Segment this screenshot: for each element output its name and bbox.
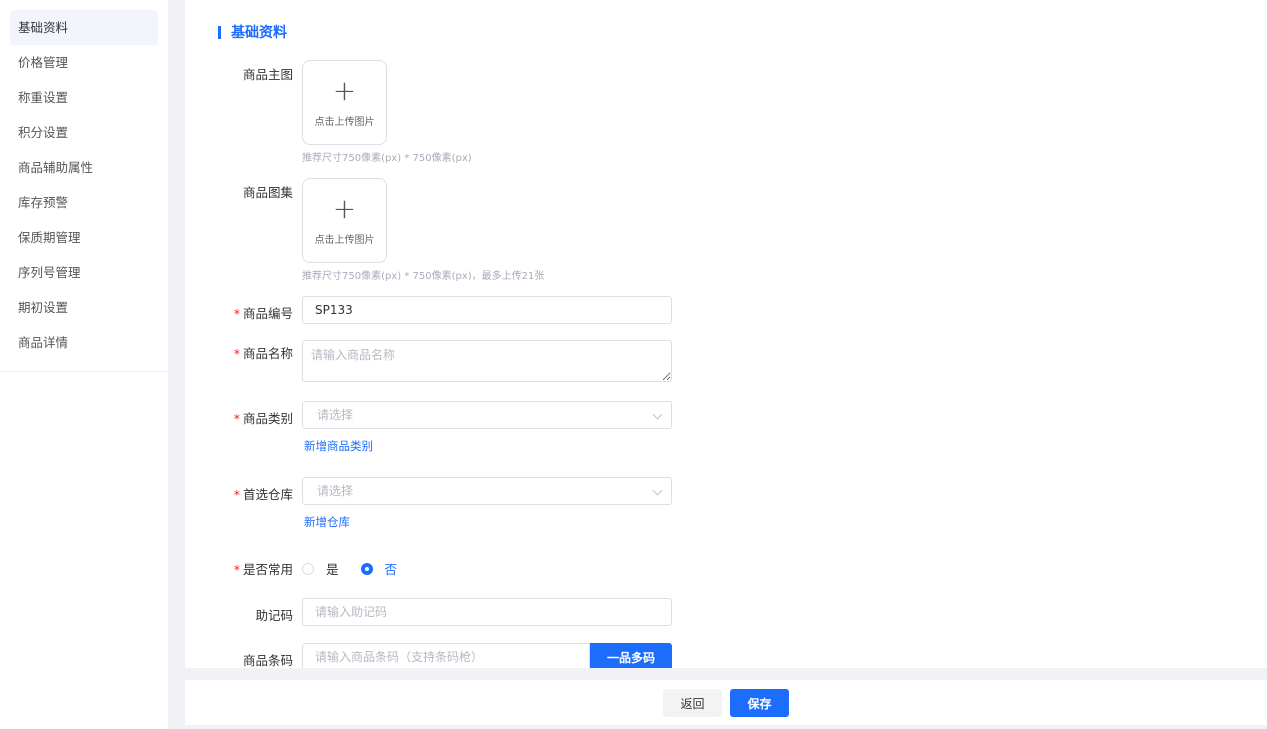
sidebar-item-points-settings[interactable]: 积分设置 — [10, 115, 158, 150]
name-label: * 商品名称 — [233, 346, 293, 361]
footer-bar: 返回 保存 — [185, 680, 1267, 725]
product-name-input[interactable] — [302, 340, 672, 382]
plus-icon: + — [332, 74, 357, 107]
category-control: 请选择 新增商品类别 — [302, 401, 672, 454]
category-label: * 商品类别 — [233, 411, 293, 426]
mnemonic-input[interactable] — [302, 598, 672, 626]
radio-checked-icon — [360, 562, 373, 575]
barcode-control: 一品多码 — [302, 643, 672, 668]
warehouse-label: * 首选仓库 — [233, 487, 293, 502]
gallery-control: + 点击上传图片 推荐尺寸750像素(px) * 750像素(px)，最多上传2… — [302, 178, 544, 282]
code-control — [302, 296, 672, 324]
chevron-down-icon — [652, 409, 663, 420]
barcode-label: 商品条码 — [242, 653, 293, 668]
required-mark: * — [233, 487, 240, 502]
gallery-hint: 推荐尺寸750像素(px) * 750像素(px)，最多上传21张 — [302, 271, 545, 282]
section-title: 基础资料 — [218, 22, 287, 42]
sidebar-item-basic-info[interactable]: 基础资料 — [10, 10, 158, 45]
required-mark: * — [233, 306, 240, 321]
sidebar-nav: 基础资料 价格管理 称重设置 积分设置 商品辅助属性 库存预警 保质期管理 序列… — [0, 0, 168, 372]
sidebar-item-weighing-settings[interactable]: 称重设置 — [10, 80, 158, 115]
gallery-label: 商品图集 — [242, 185, 293, 200]
chevron-down-icon — [652, 485, 663, 496]
code-label: * 商品编号 — [233, 306, 293, 321]
form-panel: 基础资料 商品主图 + 点击上传图片 推荐尺寸750像素(px) * 750像素… — [185, 0, 1267, 668]
required-mark: * — [233, 411, 240, 426]
sidebar-item-initial-settings[interactable]: 期初设置 — [10, 290, 158, 325]
common-radio-no[interactable]: 否 — [360, 559, 397, 578]
mnemonic-label: 助记码 — [255, 608, 293, 623]
category-select[interactable]: 请选择 — [302, 401, 672, 429]
sidebar-item-shelf-life[interactable]: 保质期管理 — [10, 220, 158, 255]
main-image-uploader[interactable]: + 点击上传图片 — [302, 60, 387, 145]
sidebar-item-serial-number[interactable]: 序列号管理 — [10, 255, 158, 290]
radio-circle-icon — [302, 562, 314, 575]
sidebar-item-product-details[interactable]: 商品详情 — [10, 325, 158, 360]
title-accent-bar — [218, 25, 221, 39]
add-warehouse-link[interactable]: 新增仓库 — [304, 515, 350, 529]
sidebar: 基础资料 价格管理 称重设置 积分设置 商品辅助属性 库存预警 保质期管理 序列… — [0, 0, 169, 729]
gallery-uploader[interactable]: + 点击上传图片 — [302, 178, 387, 263]
required-mark: * — [233, 562, 240, 577]
category-placeholder: 请选择 — [317, 408, 354, 422]
save-button[interactable]: 保存 — [730, 689, 789, 717]
upload-text: 点击上传图片 — [314, 235, 375, 246]
mnemonic-control — [302, 598, 672, 626]
main-image-label: 商品主图 — [242, 67, 293, 82]
plus-icon: + — [332, 192, 357, 225]
name-control — [302, 340, 672, 385]
section-title-text: 基础资料 — [231, 25, 287, 41]
multi-barcode-button[interactable]: 一品多码 — [590, 643, 672, 668]
sidebar-item-auxiliary-attributes[interactable]: 商品辅助属性 — [10, 150, 158, 185]
common-label: * 是否常用 — [233, 562, 293, 577]
warehouse-select[interactable]: 请选择 — [302, 477, 672, 505]
sidebar-item-stock-alert[interactable]: 库存预警 — [10, 185, 158, 220]
sidebar-item-price-management[interactable]: 价格管理 — [10, 45, 158, 80]
main-image-control: + 点击上传图片 推荐尺寸750像素(px) * 750像素(px) — [302, 60, 472, 164]
common-radio-group: 是 否 — [302, 559, 419, 578]
product-code-input[interactable] — [302, 296, 672, 324]
add-category-link[interactable]: 新增商品类别 — [304, 439, 373, 453]
main-image-hint: 推荐尺寸750像素(px) * 750像素(px) — [302, 153, 472, 164]
required-mark: * — [233, 346, 240, 361]
barcode-input-group: 一品多码 — [302, 643, 672, 668]
warehouse-placeholder: 请选择 — [317, 484, 354, 498]
common-radio-yes[interactable]: 是 — [302, 559, 339, 578]
warehouse-control: 请选择 新增仓库 — [302, 477, 672, 530]
back-button[interactable]: 返回 — [663, 689, 722, 717]
barcode-input[interactable] — [302, 643, 590, 668]
upload-text: 点击上传图片 — [314, 117, 375, 128]
